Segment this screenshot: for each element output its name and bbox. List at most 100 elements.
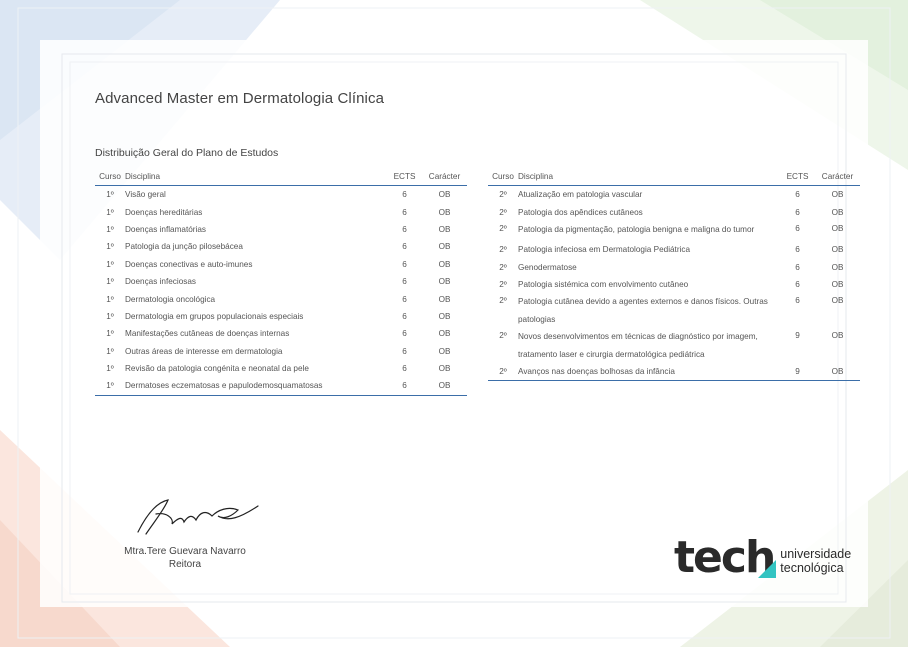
signer-name: Mtra.Tere Guevara Navarro bbox=[124, 546, 246, 557]
table-row: 2º Patologia da pigmentação, patologia be… bbox=[488, 221, 860, 241]
header-caracter: Carácter bbox=[821, 172, 854, 181]
table-row: 1º Doenças infeciosas 6 OB bbox=[95, 273, 467, 290]
header-ects: ECTS bbox=[393, 172, 416, 181]
cell-caracter: OB bbox=[831, 367, 844, 377]
table-row: 1º Dermatologia oncológica 6 OB bbox=[95, 290, 467, 307]
header-ects: ECTS bbox=[786, 172, 809, 181]
handwritten-signature bbox=[137, 499, 259, 535]
cell-curso: 1º bbox=[106, 364, 114, 374]
cell-ects: 6 bbox=[402, 381, 407, 391]
logo-subtitle: universidade tecnológica bbox=[780, 547, 851, 575]
cell-ects: 6 bbox=[795, 280, 800, 290]
cell-caracter: OB bbox=[438, 277, 451, 287]
table-body: 1º Visão geral 6 OB 1º Doenças hereditárias 6 O… bbox=[95, 186, 467, 396]
cell-disciplina: Patologia da pigmentação, patologia beni… bbox=[518, 224, 755, 234]
cell-disciplina: Doenças inflamatórias bbox=[125, 224, 207, 234]
study-plan-table-second-year: Curso Disciplina ECTS Carácter 2º Atualiz… bbox=[488, 168, 860, 381]
cell-disciplina: Avanços nas doenças bolhosas da infância bbox=[518, 367, 675, 377]
table-row: 2º Patologia cutânea devido a agentes ext… bbox=[488, 293, 860, 328]
cell-ects: 6 bbox=[402, 242, 407, 252]
cell-curso: 1º bbox=[106, 242, 114, 252]
cell-curso: 1º bbox=[106, 190, 114, 200]
cell-curso: 2º bbox=[499, 245, 507, 255]
cell-ects: 6 bbox=[795, 245, 800, 255]
table-row: 2º Avanços nas doenças bolhosas da infânc… bbox=[488, 363, 860, 381]
cell-disciplina: Patologia infeciosa em Dermatologia Pedi… bbox=[518, 245, 691, 255]
cell-caracter: OB bbox=[438, 224, 451, 234]
table-row: 1º Doenças hereditárias 6 OB bbox=[95, 203, 467, 220]
cell-curso: 1º bbox=[106, 381, 114, 391]
cell-caracter: OB bbox=[438, 329, 451, 339]
table-row: 1º Patologia da junção pilosebácea 6 OB bbox=[95, 238, 467, 255]
cell-caracter: OB bbox=[831, 190, 844, 200]
cell-disciplina: Doenças infeciosas bbox=[125, 277, 196, 287]
logo-wordmark: tech bbox=[674, 532, 777, 583]
cell-ects: 6 bbox=[402, 190, 407, 200]
cell-caracter: OB bbox=[831, 223, 844, 233]
cell-curso: 1º bbox=[106, 259, 114, 269]
table-row: 1º Dermatologia em grupos populacionais e… bbox=[95, 308, 467, 325]
table-row: 2º Novos desenvolvimentos em técnicas de … bbox=[488, 328, 860, 363]
table-row: 1º Manifestações cutâneas de doenças int… bbox=[95, 325, 467, 342]
cell-caracter: OB bbox=[831, 296, 844, 306]
cell-disciplina: Patologia da junção pilosebácea bbox=[125, 242, 243, 252]
cell-ects: 6 bbox=[402, 277, 407, 287]
cell-ects: 6 bbox=[402, 346, 407, 356]
cell-caracter: OB bbox=[438, 207, 451, 217]
cell-curso: 1º bbox=[106, 224, 114, 234]
cell-curso: 1º bbox=[106, 346, 114, 356]
header-disciplina: Disciplina bbox=[518, 172, 554, 181]
cell-ects: 6 bbox=[795, 296, 800, 306]
cell-ects: 6 bbox=[402, 311, 407, 321]
header-disciplina: Disciplina bbox=[125, 172, 161, 181]
cell-curso: 1º bbox=[106, 311, 114, 321]
cell-ects: 6 bbox=[795, 190, 800, 200]
cell-ects: 6 bbox=[795, 207, 800, 217]
cell-ects: 6 bbox=[402, 259, 407, 269]
table-row: 1º Doenças conectivas e auto-imunes 6 OB bbox=[95, 256, 467, 273]
cell-disciplina: Visão geral bbox=[125, 190, 166, 200]
cell-disciplina: Doenças conectivas e auto-imunes bbox=[125, 259, 253, 269]
table-row: 1º Revisão da patologia congénita e neona… bbox=[95, 360, 467, 377]
certificate-page: Advanced Master em Dermatologia Clínica … bbox=[0, 0, 908, 647]
signer-role: Reitora bbox=[168, 559, 202, 570]
cell-curso: 1º bbox=[106, 294, 114, 304]
cell-ects: 6 bbox=[402, 329, 407, 339]
cell-curso: 2º bbox=[499, 262, 507, 272]
cell-ects: 9 bbox=[795, 331, 800, 341]
cell-caracter: OB bbox=[831, 262, 844, 272]
cell-curso: 1º bbox=[106, 207, 114, 217]
table-row: 2º Patologia sistémica com envolvimento c… bbox=[488, 276, 860, 293]
cell-disciplina: Patologia dos apêndices cutâneos bbox=[518, 207, 643, 217]
cell-caracter: OB bbox=[438, 311, 451, 321]
table-row: 1º Outras áreas de interesse em dermatolo… bbox=[95, 343, 467, 360]
cell-disciplina: Dermatoses eczematosas e papulodemosquam… bbox=[125, 381, 323, 391]
cell-ects: 9 bbox=[795, 367, 800, 377]
table-row: 2º Atualização em patologia vascular 6 OB bbox=[488, 186, 860, 204]
table-header-row: Curso Disciplina ECTS Carácter bbox=[95, 168, 467, 186]
cell-caracter: OB bbox=[438, 294, 451, 304]
header-curso: Curso bbox=[492, 172, 514, 181]
table-row: 1º Doenças inflamatórias 6 OB bbox=[95, 221, 467, 238]
cell-curso: 2º bbox=[499, 207, 507, 217]
logo-accent-icon bbox=[758, 560, 777, 578]
cell-caracter: OB bbox=[831, 280, 844, 290]
cell-disciplina: Genodermatose bbox=[518, 262, 577, 272]
tech-logo: tech universidade tecnológica bbox=[674, 536, 851, 580]
table-row: 2º Patologia dos apêndices cutâneos 6 OB bbox=[488, 203, 860, 220]
table-row: 2º Genodermatose 6 OB bbox=[488, 259, 860, 276]
cell-disciplina: Manifestações cutâneas de doenças intern… bbox=[125, 329, 290, 339]
cell-ects: 6 bbox=[402, 224, 407, 234]
cell-curso: 1º bbox=[106, 329, 114, 339]
cell-caracter: OB bbox=[831, 245, 844, 255]
cell-curso: 2º bbox=[499, 190, 507, 200]
cell-caracter: OB bbox=[831, 207, 844, 217]
cell-curso: 2º bbox=[499, 367, 507, 377]
cell-curso: 2º bbox=[499, 223, 507, 233]
table-header-row: Curso Disciplina ECTS Carácter bbox=[488, 168, 860, 186]
cell-ects: 6 bbox=[402, 294, 407, 304]
cell-ects: 6 bbox=[795, 223, 800, 233]
cell-disciplina: Patologia sistémica com envolvimento cut… bbox=[518, 280, 689, 290]
page-title: Advanced Master em Dermatologia Clínica bbox=[95, 90, 385, 107]
table-body: 2º Atualização em patologia vascular 6 OB 2º… bbox=[488, 186, 860, 381]
